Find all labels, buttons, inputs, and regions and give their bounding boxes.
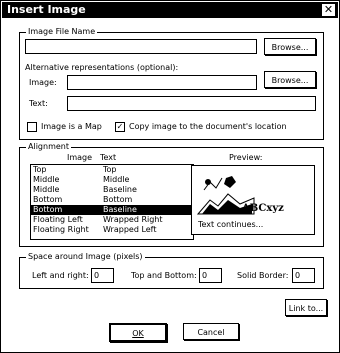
alignment-option-image: Bottom [33,195,63,204]
alignment-option-text: Wrapped Left [103,225,157,234]
copy-image-label[interactable]: Copy image to the document's location [129,122,287,132]
dialog-title: Insert Image [7,3,86,16]
left-right-label: Left and right: [32,271,89,280]
alignment-option[interactable]: Top Top [31,165,193,175]
alignment-option-image: Floating Left [33,215,83,224]
alignment-option-image: Top [33,165,47,174]
column-header-image: Image [67,153,93,162]
preview-label: Preview: [229,153,263,162]
browse-alt-button-label: Browse... [271,76,309,85]
alignment-option-image: Middle [33,185,60,194]
image-file-input[interactable] [25,39,257,54]
ok-button-label: OK [132,329,144,338]
top-bottom-label: Top and Bottom: [131,271,197,280]
alignment-option-image: Bottom [33,205,63,214]
alignment-option[interactable]: Middle Middle [31,175,193,185]
ok-button[interactable]: OK [109,323,167,342]
solid-border-label: Solid Border: [237,271,289,280]
alignment-option[interactable]: Floating Right Wrapped Left [31,225,193,235]
alignment-option[interactable]: Bottom Bottom [31,195,193,205]
left-right-input[interactable]: 0 [91,268,114,283]
browse-button[interactable]: Browse... [264,38,316,55]
top-bottom-input[interactable]: 0 [199,268,222,283]
preview-continue-text: Text continues... [198,220,264,229]
alignment-option-text: Top [103,165,117,174]
insert-image-dialog: Insert Image ✕ Image File Name Browse...… [0,0,340,353]
alignment-option-text: Bottom [103,195,133,204]
space-around-group-label: Space around Image (pixels) [26,252,145,262]
alignment-option-image: Middle [33,175,60,184]
alignment-option-image: Floating Right [33,225,89,234]
alignment-option[interactable]: Floating Left Wrapped Right [31,215,193,225]
alignment-option-text: Baseline [103,205,137,214]
alignment-list[interactable]: Top Top Middle Middle Middle Baseline Bottom Bo… [30,164,194,240]
browse-alt-button[interactable]: Browse... [264,71,316,88]
alignment-group-label: Alignment [26,142,71,152]
column-header-text: Text [100,153,117,162]
image-label: Image: [29,78,57,87]
alignment-option[interactable]: Bottom Baseline [31,205,193,215]
text-label: Text: [29,99,48,108]
alignment-option-text: Baseline [103,185,137,194]
browse-button-label: Browse... [271,43,309,52]
alt-image-input[interactable] [67,75,257,90]
image-file-group-label: Image File Name [26,27,98,37]
cancel-button-label: Cancel [197,328,225,337]
link-to-button[interactable]: Link to... [285,299,327,316]
link-to-button-label: Link to... [288,304,324,313]
title-bar[interactable]: Insert Image ✕ [2,2,338,18]
image-is-map-label[interactable]: Image is a Map [41,122,102,132]
solid-border-input[interactable]: 0 [292,268,315,283]
alignment-option-text: Wrapped Right [103,215,163,224]
alt-text-input[interactable] [67,96,316,111]
copy-image-checkbox[interactable]: ✓ [115,122,125,132]
alignment-option-text: Middle [103,175,130,184]
cancel-button[interactable]: Cancel [183,323,239,340]
preview-abc-text: ABCxyz [242,203,284,214]
close-icon[interactable]: ✕ [321,3,336,17]
image-is-map-checkbox[interactable] [27,122,37,132]
alt-representations-label: Alternative representations (optional): [25,63,179,72]
preview-pane: ABCxyz Text continues... [191,165,315,235]
alignment-option[interactable]: Middle Baseline [31,185,193,195]
